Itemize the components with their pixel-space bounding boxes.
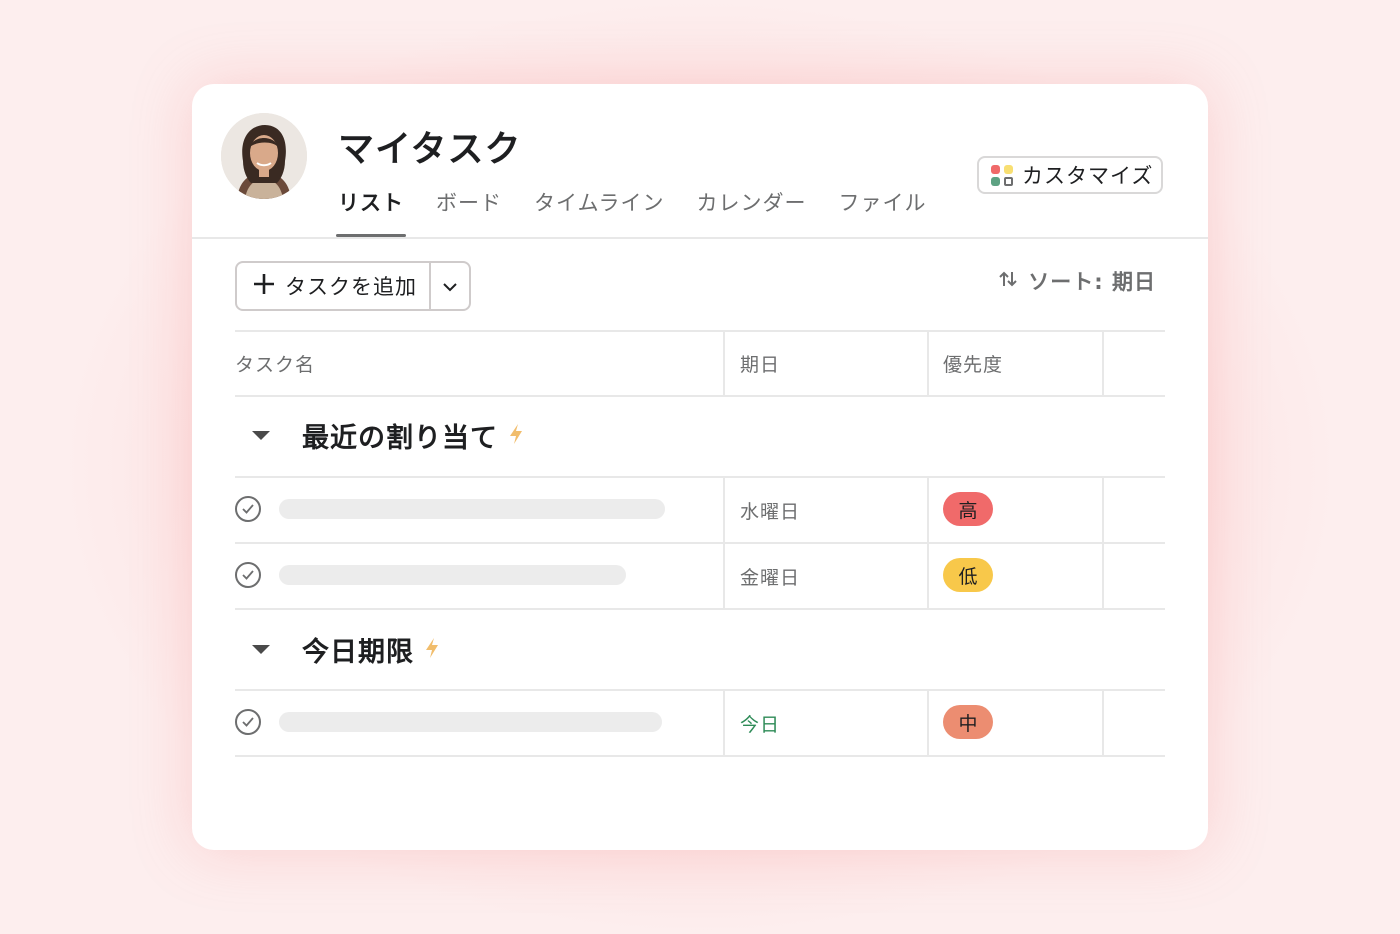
column-header-task-name[interactable]: タスク名: [235, 350, 315, 377]
complete-task-button[interactable]: [235, 709, 261, 735]
customize-label: カスタマイズ: [1022, 164, 1154, 188]
column-divider: [927, 330, 929, 395]
sort-button[interactable]: ソート: 期日: [998, 266, 1156, 296]
priority-badge-low[interactable]: 低: [943, 558, 993, 592]
lightning-bolt-icon: [424, 637, 440, 663]
table-divider: [235, 608, 1165, 610]
complete-task-button[interactable]: [235, 562, 261, 588]
add-task-dropdown[interactable]: [431, 263, 469, 309]
add-task-label: タスクを追加: [285, 275, 417, 299]
table-divider: [235, 542, 1165, 544]
add-task-button-group: タスクを追加: [235, 261, 471, 311]
table-divider: [235, 395, 1165, 397]
table-divider: [235, 330, 1165, 332]
table-divider: [235, 755, 1165, 757]
table-divider: [235, 689, 1165, 691]
section-recently-assigned[interactable]: 最近の割り当て: [235, 416, 524, 455]
column-divider: [927, 476, 929, 608]
due-date[interactable]: 水曜日: [740, 497, 800, 524]
customize-button[interactable]: カスタマイズ: [977, 156, 1163, 194]
check-icon: [241, 566, 255, 585]
section-due-today[interactable]: 今日期限: [235, 630, 440, 669]
sort-label: ソート: 期日: [1028, 270, 1156, 294]
check-icon: [241, 500, 255, 519]
tab-files[interactable]: ファイル: [839, 186, 927, 238]
my-tasks-card: マイタスク リスト ボード タイムライン カレンダー ファイル カスタマイズ タ…: [192, 84, 1208, 850]
plus-icon: [253, 271, 275, 301]
table-divider: [235, 476, 1165, 478]
column-divider: [723, 330, 725, 395]
chevron-down-icon: [442, 277, 458, 296]
priority-badge-medium[interactable]: 中: [943, 705, 993, 739]
column-divider: [1102, 689, 1104, 755]
sort-arrows-icon: [998, 270, 1018, 293]
due-date-today[interactable]: 今日: [740, 710, 780, 737]
caret-down-icon: [252, 645, 270, 654]
task-name-placeholder[interactable]: [279, 712, 662, 732]
column-header-due-date[interactable]: 期日: [740, 350, 780, 377]
view-tabs: リスト ボード タイムライン カレンダー ファイル: [336, 186, 959, 238]
page-title: マイタスク: [338, 129, 522, 170]
column-divider: [723, 476, 725, 608]
section-title: 最近の割り当て: [302, 423, 498, 454]
column-divider: [1102, 330, 1104, 395]
complete-task-button[interactable]: [235, 496, 261, 522]
task-name-placeholder[interactable]: [279, 565, 626, 585]
tab-list[interactable]: リスト: [336, 186, 406, 238]
task-name-placeholder[interactable]: [279, 499, 665, 519]
section-title: 今日期限: [302, 637, 414, 668]
tab-timeline[interactable]: タイムライン: [534, 186, 665, 238]
caret-down-icon: [252, 431, 270, 440]
column-divider: [723, 689, 725, 755]
check-icon: [241, 713, 255, 732]
tab-calendar[interactable]: カレンダー: [697, 186, 807, 238]
avatar[interactable]: [221, 113, 307, 199]
column-divider: [1102, 476, 1104, 608]
column-header-priority[interactable]: 優先度: [943, 350, 1003, 377]
due-date[interactable]: 金曜日: [740, 563, 800, 590]
header-divider: [192, 237, 1208, 239]
grid-icon: [991, 164, 1014, 186]
lightning-bolt-icon: [508, 423, 524, 449]
column-divider: [927, 689, 929, 755]
add-task-button[interactable]: タスクを追加: [237, 263, 431, 309]
priority-badge-high[interactable]: 高: [943, 492, 993, 526]
tab-board[interactable]: ボード: [436, 186, 502, 238]
